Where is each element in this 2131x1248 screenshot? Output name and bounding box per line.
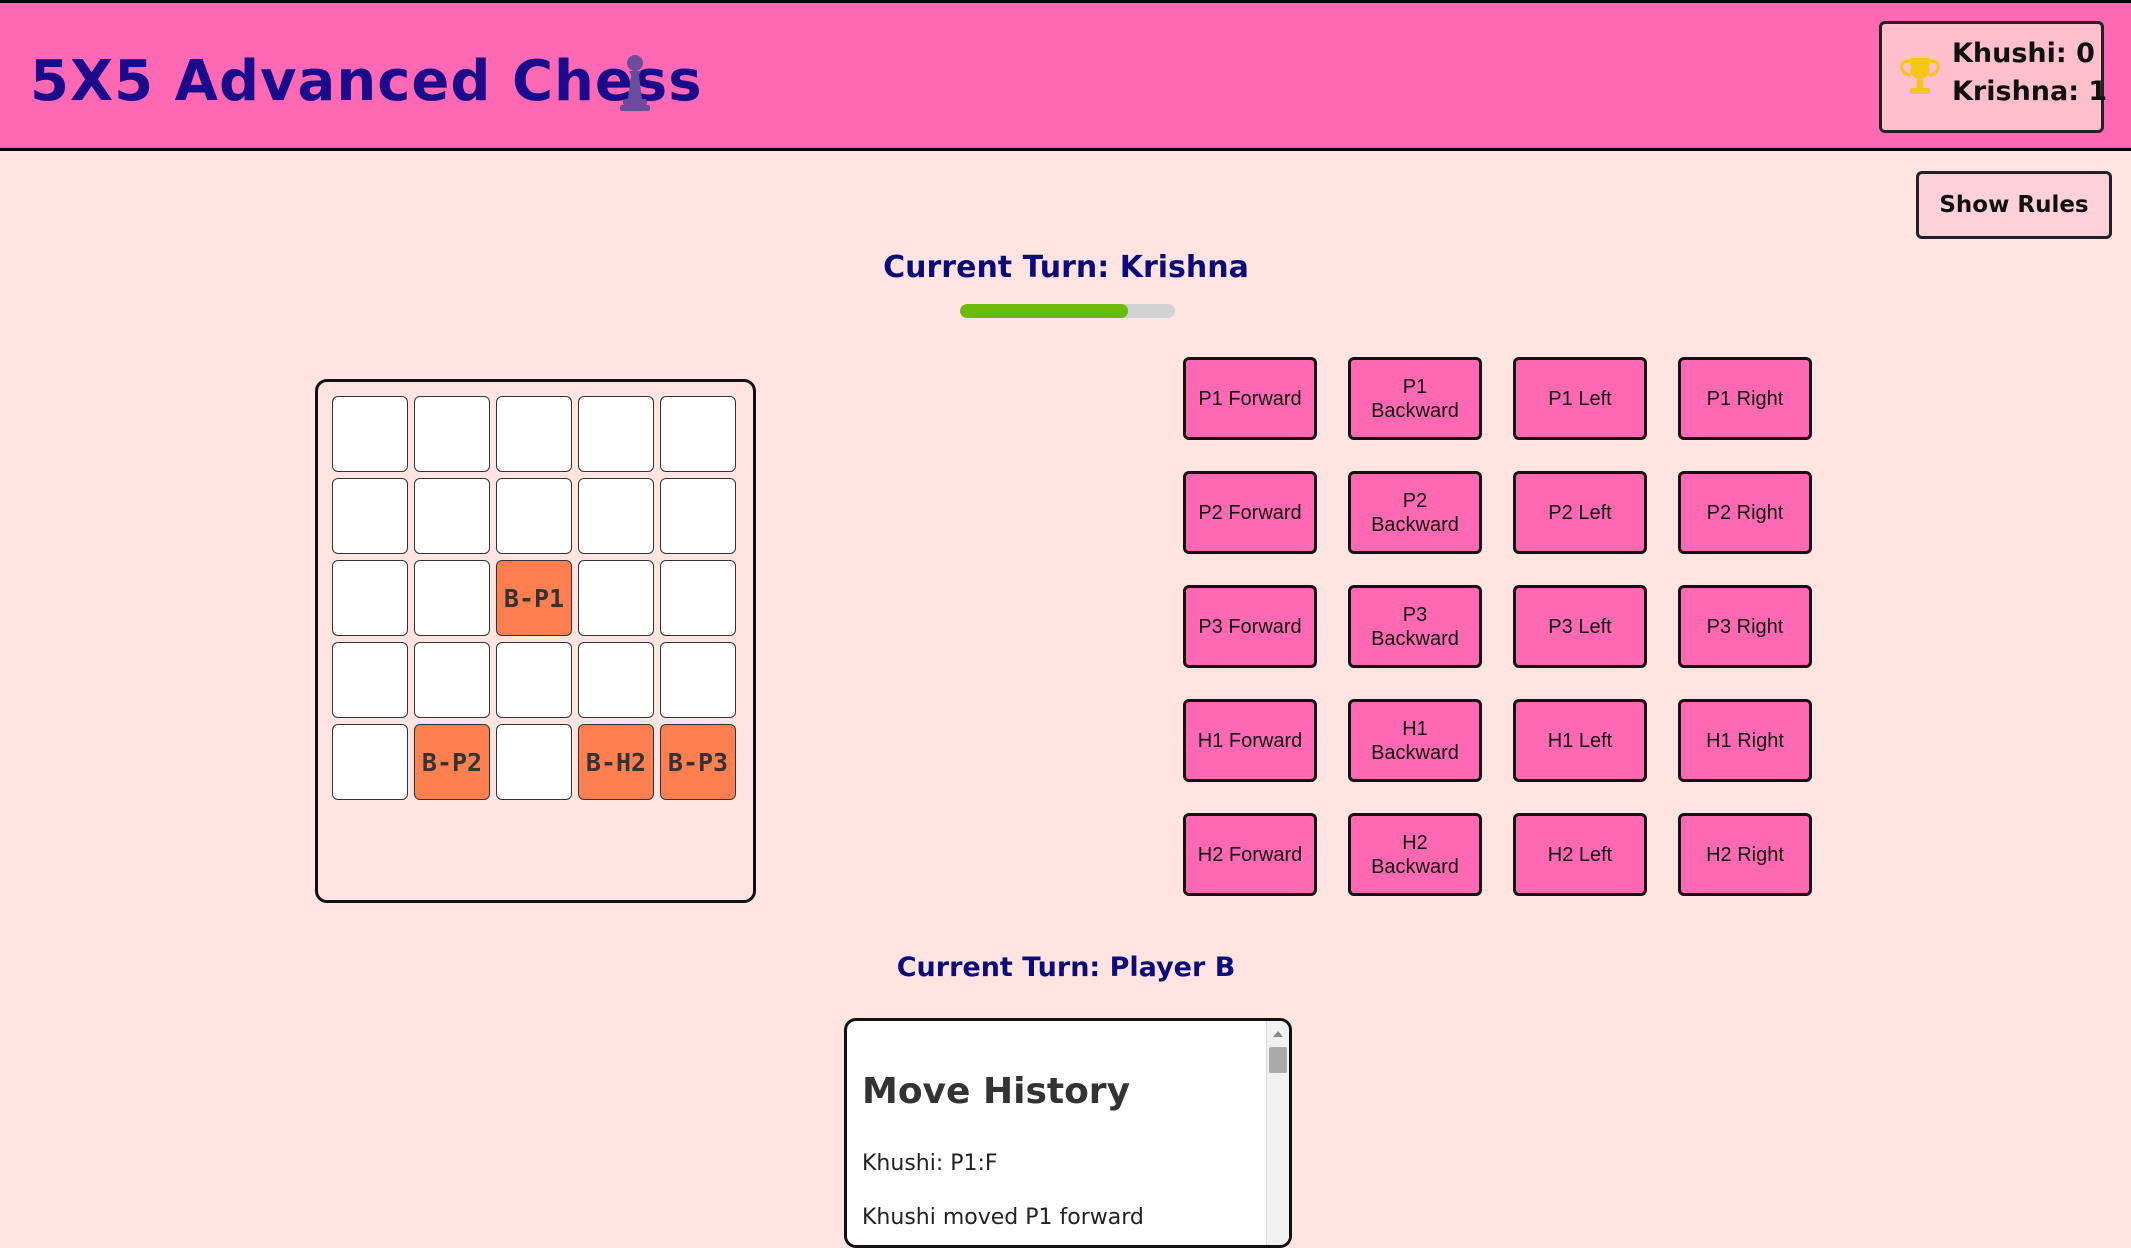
history-entry: Khushi: P1:F	[862, 1151, 998, 1176]
p3-backward-button[interactable]: P3 Backward	[1348, 585, 1482, 668]
board-cell[interactable]	[332, 642, 408, 718]
board-cell[interactable]	[578, 560, 654, 636]
board-cell[interactable]	[578, 396, 654, 472]
board-cell[interactable]	[578, 642, 654, 718]
board-cell[interactable]	[496, 642, 572, 718]
board-cell[interactable]	[496, 396, 572, 472]
app-header: 5X5 Advanced Chess Khushi: 0 Krishna: 1	[0, 0, 2131, 151]
turn-timer-fill	[960, 304, 1128, 318]
p2-backward-button[interactable]: P2 Backward	[1348, 471, 1482, 554]
board-cell[interactable]	[660, 478, 736, 554]
board-cell-piece[interactable]: B-P3	[660, 724, 736, 800]
board-cell[interactable]	[332, 560, 408, 636]
board-cell-piece[interactable]: B-H2	[578, 724, 654, 800]
p3-left-button[interactable]: P3 Left	[1513, 585, 1647, 668]
app-title: 5X5 Advanced Chess	[30, 49, 703, 114]
trophy-icon	[1900, 58, 1940, 94]
move-history-panel: Move History Khushi: P1:F Khushi moved P…	[844, 1018, 1292, 1248]
p2-left-button[interactable]: P2 Left	[1513, 471, 1647, 554]
p3-right-button[interactable]: P3 Right	[1678, 585, 1812, 668]
scoreboard: Khushi: 0 Krishna: 1	[1879, 21, 2108, 133]
board-cell[interactable]	[660, 642, 736, 718]
h1-right-button[interactable]: H1 Right	[1678, 699, 1812, 782]
board-cell[interactable]	[414, 396, 490, 472]
show-rules-button[interactable]: Show Rules	[1916, 171, 2112, 239]
p2-right-button[interactable]: P2 Right	[1678, 471, 1812, 554]
p3-forward-button[interactable]: P3 Forward	[1183, 585, 1317, 668]
turn-timer-bar	[960, 304, 1175, 318]
history-entry: Khushi moved P1 forward	[862, 1205, 1144, 1230]
scroll-thumb[interactable]	[1269, 1047, 1287, 1073]
chess-pawn-icon	[620, 55, 650, 111]
board-cell[interactable]	[414, 560, 490, 636]
p2-forward-button[interactable]: P2 Forward	[1183, 471, 1317, 554]
h2-right-button[interactable]: H2 Right	[1678, 813, 1812, 896]
board-cell[interactable]	[660, 560, 736, 636]
score-khushi: Khushi: 0	[1952, 38, 2095, 69]
p1-forward-button[interactable]: P1 Forward	[1183, 357, 1317, 440]
h1-forward-button[interactable]: H1 Forward	[1183, 699, 1317, 782]
h2-left-button[interactable]: H2 Left	[1513, 813, 1647, 896]
p1-backward-button[interactable]: P1 Backward	[1348, 357, 1482, 440]
board-cell[interactable]	[332, 396, 408, 472]
move-history-title: Move History	[862, 1071, 1131, 1112]
h1-backward-button[interactable]: H1 Backward	[1348, 699, 1482, 782]
board-cell[interactable]	[414, 478, 490, 554]
score-krishna: Krishna: 1	[1952, 76, 2108, 107]
p1-right-button[interactable]: P1 Right	[1678, 357, 1812, 440]
board-cell[interactable]	[496, 724, 572, 800]
board-cell[interactable]	[332, 478, 408, 554]
board-cell-piece[interactable]: B-P2	[414, 724, 490, 800]
board-cell[interactable]	[578, 478, 654, 554]
history-scrollbar[interactable]	[1266, 1021, 1289, 1245]
board-cell[interactable]	[332, 724, 408, 800]
h2-forward-button[interactable]: H2 Forward	[1183, 813, 1317, 896]
p1-left-button[interactable]: P1 Left	[1513, 357, 1647, 440]
board-cell[interactable]	[660, 396, 736, 472]
h2-backward-button[interactable]: H2 Backward	[1348, 813, 1482, 896]
board-cell-piece[interactable]: B-P1	[496, 560, 572, 636]
h1-left-button[interactable]: H1 Left	[1513, 699, 1647, 782]
current-turn-label: Current Turn: Krishna	[883, 250, 1249, 285]
board-cell[interactable]	[414, 642, 490, 718]
player-turn-label: Current Turn: Player B	[896, 952, 1236, 983]
scroll-up-icon[interactable]	[1273, 1031, 1283, 1037]
board-cell[interactable]	[496, 478, 572, 554]
chess-board: B-P1 B-P2 B-H2 B-P3	[315, 379, 756, 903]
